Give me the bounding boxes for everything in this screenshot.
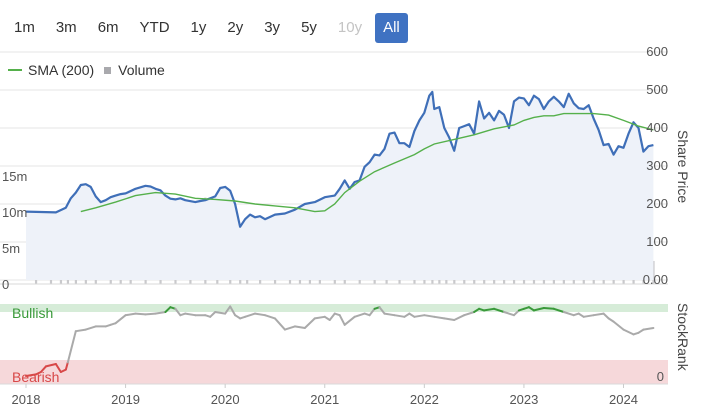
price-tick-label: 300 [646, 158, 668, 173]
stockrank-segment [562, 311, 575, 317]
stockrank-segment [114, 314, 127, 325]
stockrank-segment [463, 311, 476, 317]
stockrank-segment [383, 312, 396, 317]
stockrank-segment [413, 314, 426, 318]
x-tick-label: 2021 [310, 392, 339, 407]
stockrank-segment [74, 328, 87, 333]
x-tick-label: 2019 [111, 392, 140, 407]
stockrank-segment [209, 311, 217, 318]
stockrank-segment [303, 317, 316, 329]
stockrank-segment [254, 312, 267, 317]
price-tick-label: 0.00 [643, 272, 668, 287]
rank-zero-label: 0 [657, 369, 664, 384]
price-tick-label: 200 [646, 196, 668, 211]
x-tick-label: 2022 [410, 392, 439, 407]
price-tick-label: 100 [646, 234, 668, 249]
stockrank-segment [453, 314, 466, 321]
bearish-band [0, 360, 668, 384]
stockrank-segment [154, 311, 167, 315]
stockrank-segment [134, 312, 147, 316]
stockrank-segment [353, 312, 366, 318]
stockrank-segment [283, 325, 296, 331]
x-tick-label: 2023 [509, 392, 538, 407]
price-series [25, 90, 654, 281]
stockrank-segment [612, 320, 625, 331]
stockrank-segment [338, 314, 346, 326]
stockrank-segment [443, 317, 456, 321]
stockrank-segment [293, 325, 306, 329]
stockrank-segment [582, 314, 595, 318]
x-tick-label: 2018 [12, 392, 41, 407]
stockrank-segment [144, 312, 157, 316]
stockrank-segment [592, 312, 605, 317]
stockrank-segment [264, 314, 276, 320]
bullish-band [0, 304, 668, 312]
stockrank-segment [602, 312, 610, 320]
stockrank-segment [393, 314, 406, 318]
x-tick-label: 2020 [211, 392, 240, 407]
x-tick-label: 2024 [609, 392, 638, 407]
stockrank-segment [244, 312, 257, 318]
price-area-fill [26, 91, 654, 281]
rank-axis-title: StockRank [675, 303, 691, 372]
price-chart: Bullish Bearish 0 StockRank 0.00 100 200 300 40… [0, 44, 691, 407]
volume-tick-label: 10m [2, 205, 27, 220]
stockrank-segment [423, 314, 436, 318]
volume-tick-label: 5m [2, 241, 20, 256]
stockrank-segment [84, 325, 97, 331]
bearish-label: Bearish [12, 369, 59, 385]
stockrank-segment [503, 311, 515, 317]
price-tick-label: 400 [646, 120, 668, 135]
stockrank-panel: Bullish Bearish 0 StockRank [0, 303, 691, 385]
stockrank-segment [542, 307, 555, 310]
volume-tick-label: 0 [2, 277, 9, 292]
bullish-label: Bullish [12, 305, 53, 321]
stockrank-segment [124, 312, 137, 317]
stockrank-segment [273, 317, 286, 331]
volume-tick-label: 15m [2, 169, 27, 184]
stockrank-segment [343, 315, 356, 326]
stockrank-segment [66, 330, 77, 364]
stockrank-segment [313, 315, 326, 320]
price-axis-title: Share Price [675, 130, 691, 203]
stockrank-segment [642, 327, 655, 331]
stockrank-segment [622, 328, 635, 336]
price-tick-label: 600 [646, 44, 668, 59]
stockrank-segment [184, 312, 197, 317]
stockrank-segment [328, 312, 336, 321]
price-tick-label: 500 [646, 82, 668, 97]
stockrank-segment [433, 315, 446, 320]
stockrank-segment [214, 311, 227, 315]
